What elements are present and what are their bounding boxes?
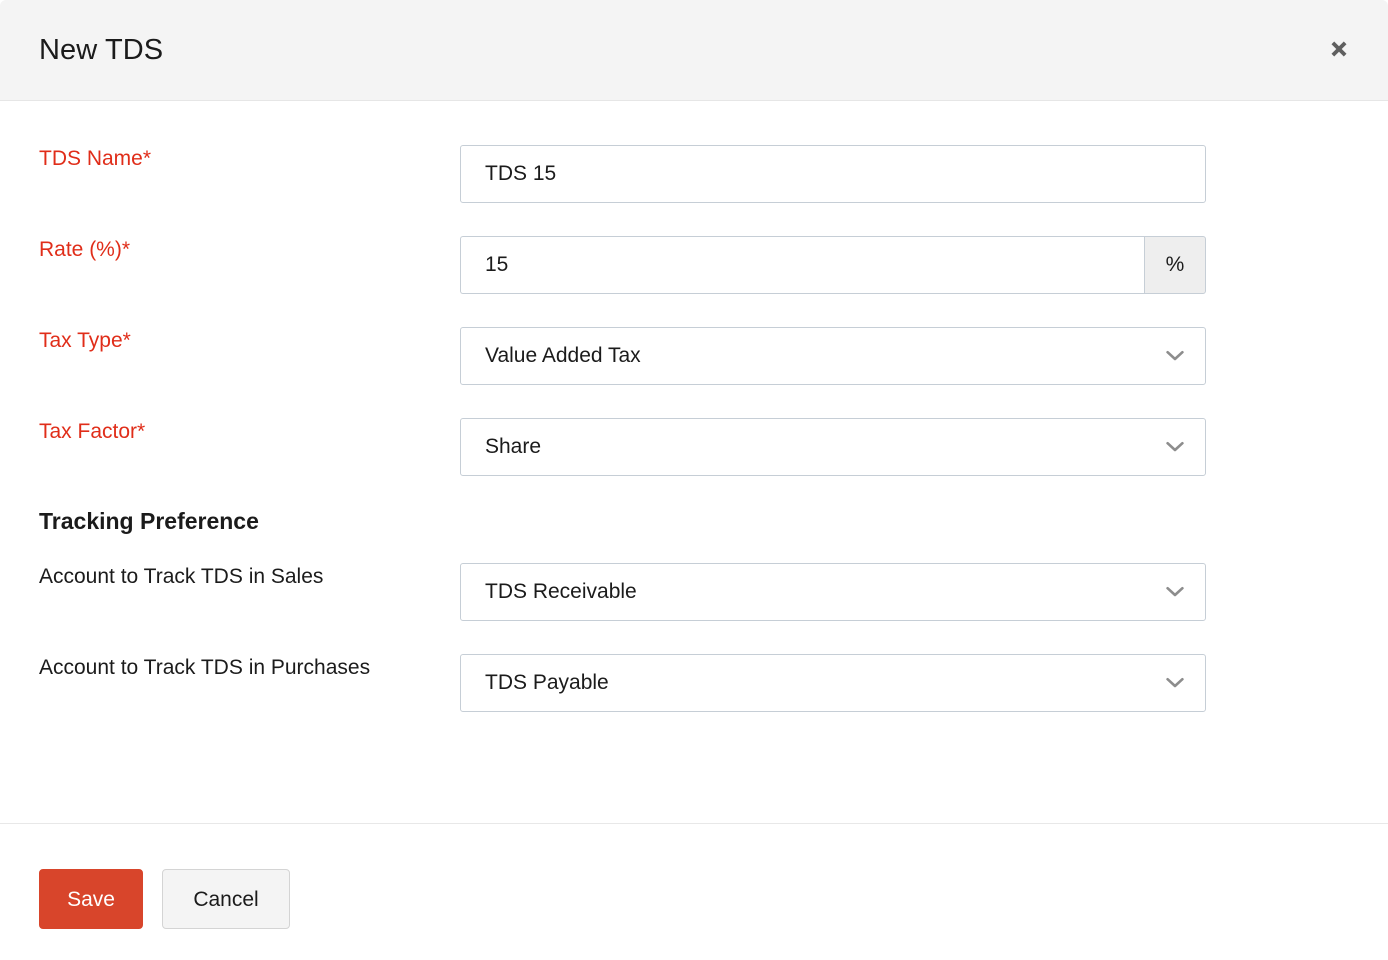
tax-type-value: Value Added Tax bbox=[461, 342, 641, 370]
form-row-tds-name: TDS Name* bbox=[0, 145, 1388, 203]
chevron-down-icon bbox=[1165, 673, 1185, 693]
form-row-track-purchases: Account to Track TDS in Purchases TDS Pa… bbox=[0, 654, 1388, 712]
field-control-rate: % bbox=[460, 236, 1206, 294]
tax-factor-value: Share bbox=[461, 433, 541, 461]
dialog-header: New TDS bbox=[0, 0, 1388, 101]
field-control-track-purchases: TDS Payable bbox=[460, 654, 1206, 712]
cancel-button[interactable]: Cancel bbox=[162, 869, 290, 929]
field-control-track-sales: TDS Receivable bbox=[460, 563, 1206, 621]
save-button[interactable]: Save bbox=[39, 869, 143, 929]
label-rate: Rate (%)* bbox=[0, 236, 460, 264]
tds-name-input[interactable] bbox=[460, 145, 1206, 203]
percent-addon: % bbox=[1144, 236, 1206, 294]
form-row-rate: Rate (%)* % bbox=[0, 236, 1388, 294]
rate-input[interactable] bbox=[460, 236, 1144, 294]
footer-actions: Save Cancel bbox=[39, 869, 290, 929]
field-control-tax-factor: Share bbox=[460, 418, 1206, 476]
close-button[interactable] bbox=[1314, 24, 1364, 74]
label-tax-factor: Tax Factor* bbox=[0, 418, 460, 446]
label-track-purchases: Account to Track TDS in Purchases bbox=[0, 654, 420, 682]
new-tds-dialog: New TDS TDS Name* Rate (%)* % bbox=[0, 0, 1388, 960]
dialog-footer: Save Cancel bbox=[0, 823, 1388, 960]
form-row-tax-factor: Tax Factor* Share bbox=[0, 418, 1388, 476]
chevron-down-icon bbox=[1165, 346, 1185, 366]
chevron-down-icon bbox=[1165, 582, 1185, 602]
tracking-preference-heading: Tracking Preference bbox=[39, 506, 259, 536]
track-purchases-select[interactable]: TDS Payable bbox=[460, 654, 1206, 712]
track-sales-select[interactable]: TDS Receivable bbox=[460, 563, 1206, 621]
label-tax-type: Tax Type* bbox=[0, 327, 460, 355]
field-control-tax-type: Value Added Tax bbox=[460, 327, 1206, 385]
tax-factor-select[interactable]: Share bbox=[460, 418, 1206, 476]
label-tds-name: TDS Name* bbox=[0, 145, 460, 173]
form-row-tax-type: Tax Type* Value Added Tax bbox=[0, 327, 1388, 385]
field-control-tds-name bbox=[460, 145, 1206, 203]
close-icon bbox=[1326, 36, 1352, 62]
form-row-track-sales: Account to Track TDS in Sales TDS Receiv… bbox=[0, 563, 1388, 621]
dialog-body: TDS Name* Rate (%)* % Tax Type* Value Ad… bbox=[0, 101, 1388, 823]
rate-input-group: % bbox=[460, 236, 1206, 294]
page-title: New TDS bbox=[39, 31, 163, 69]
label-track-sales: Account to Track TDS in Sales bbox=[0, 563, 460, 591]
track-purchases-value: TDS Payable bbox=[461, 669, 609, 697]
tax-type-select[interactable]: Value Added Tax bbox=[460, 327, 1206, 385]
chevron-down-icon bbox=[1165, 437, 1185, 457]
track-sales-value: TDS Receivable bbox=[461, 578, 637, 606]
